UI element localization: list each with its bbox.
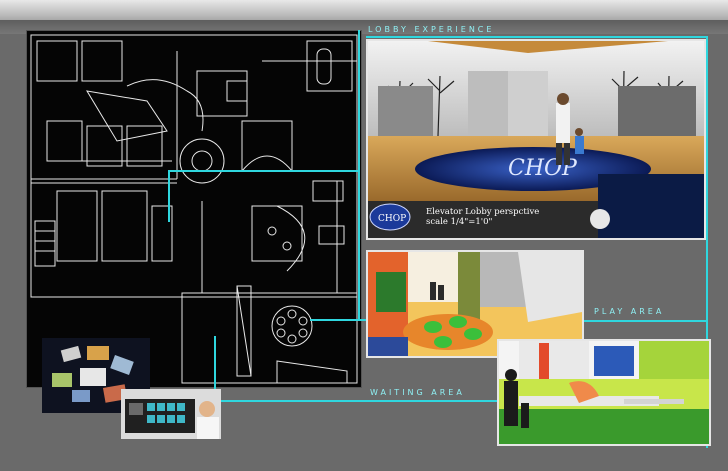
lobby-render: CHOP CHOP Elevator Lobby perspctive scal…: [366, 39, 706, 240]
connector-line: [214, 400, 499, 402]
thumbnail-touchscreen: [121, 389, 221, 439]
floor-plan: [26, 30, 362, 388]
waiting-area-image: [499, 341, 709, 444]
label-play-area: PLAY AREA: [594, 307, 665, 316]
connector-line: [358, 30, 360, 320]
connector-line: [366, 36, 706, 38]
connector-line: [168, 170, 360, 172]
svg-text:CHOP: CHOP: [378, 214, 406, 224]
connector-line: [168, 170, 170, 222]
touchscreen-image: [121, 389, 221, 439]
floor-plan-drawing: [30, 34, 358, 384]
lobby-caption: Elevator Lobby perspctive scale 1/4"=1'0…: [426, 207, 539, 227]
label-waiting-area: WAITING AREA: [370, 388, 465, 397]
lobby-caption-title: Elevator Lobby perspctive: [426, 207, 540, 217]
lobby-caption-scale: scale 1/4"=1'0": [426, 217, 493, 227]
connector-line: [582, 320, 708, 322]
waiting-area-render: [497, 339, 711, 446]
label-lobby-experience: Lobby Experience: [368, 25, 495, 34]
connector-line: [310, 319, 366, 321]
